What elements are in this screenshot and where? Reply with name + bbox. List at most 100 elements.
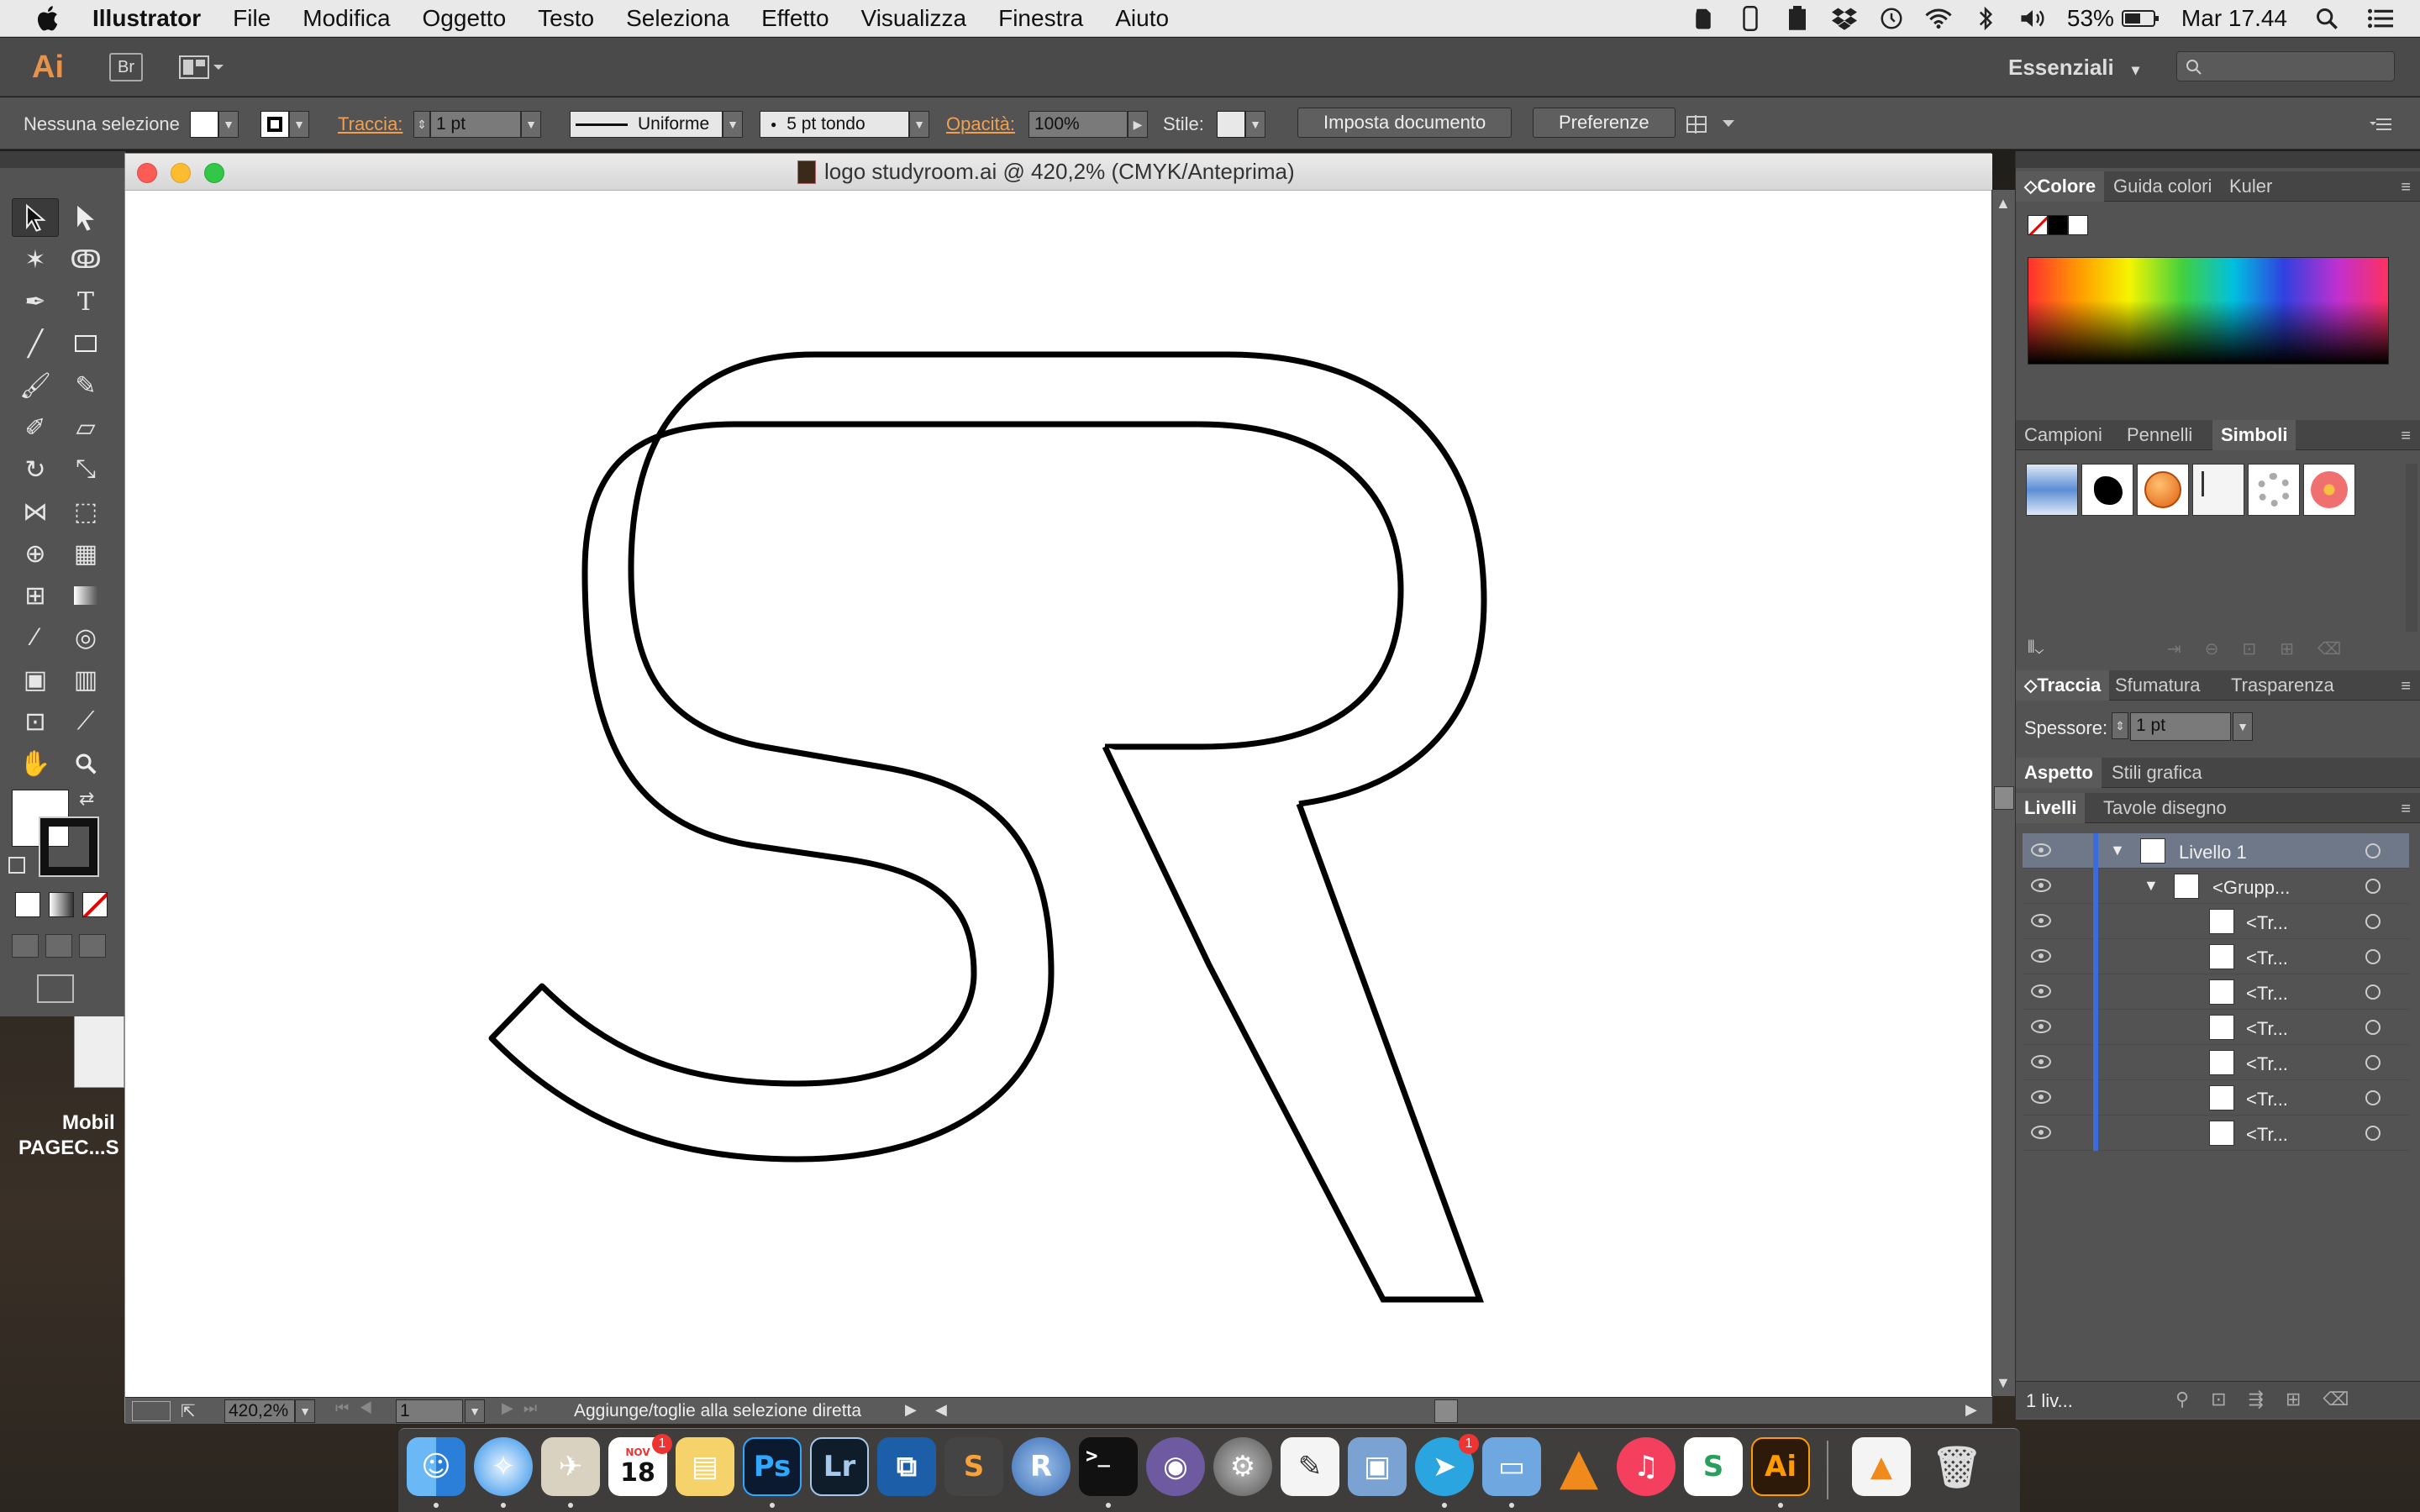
preview-icon[interactable]: ▣ [1348, 1437, 1407, 1496]
slice-tool[interactable]: ⟋ [62, 702, 109, 741]
symbol-blue-banner[interactable] [2026, 464, 2078, 516]
volume-icon[interactable] [2018, 4, 2047, 33]
tab-aspetto[interactable]: Aspetto [2016, 758, 2102, 788]
menu-app-name[interactable]: Illustrator [92, 5, 201, 32]
opacity-control[interactable]: 100% ▶ [1028, 110, 1148, 139]
tab-colore[interactable]: ⬦Colore [2016, 171, 2105, 202]
scale-tool[interactable]: ⤡ [62, 450, 109, 489]
draw-normal-icon[interactable] [12, 934, 39, 958]
layer-name[interactable]: Livello 1 [2179, 842, 2247, 864]
tab-campioni[interactable]: Campioni [2016, 420, 2111, 450]
chevron-right-icon[interactable]: ▶ [1128, 111, 1148, 138]
opacity-panel-link[interactable]: Opacità: [946, 110, 1015, 139]
zoom-window-button[interactable] [204, 163, 224, 183]
graphic-style-control[interactable]: ▼ [1217, 110, 1265, 139]
control-panel-menu-icon[interactable] [2368, 110, 2393, 139]
default-colors-icon[interactable] [8, 857, 25, 874]
path-name[interactable]: <Tr... [2246, 1053, 2288, 1075]
menu-aiuto[interactable]: Aiuto [1115, 5, 1169, 32]
document-titlebar[interactable]: logo studyroom.ai @ 420,2% (CMYK/Antepri… [125, 154, 1992, 191]
symbol-libraries-icon[interactable]: ⫴⌄ [2028, 638, 2044, 658]
opacity-field[interactable]: 100% [1028, 111, 1128, 138]
lasso-tool[interactable]: ↂ [62, 240, 109, 279]
visibility-eye-icon[interactable] [2031, 1090, 2051, 1104]
line-segment-tool[interactable]: ╱ [12, 324, 59, 363]
draw-inside-icon[interactable] [79, 934, 106, 958]
finder-icon[interactable]: ☺ [407, 1437, 466, 1496]
scroll-right-icon[interactable]: ▶ [1965, 1401, 1977, 1419]
zoom-level-field[interactable]: 420,2% [224, 1399, 295, 1423]
stroke-color-box[interactable] [39, 816, 99, 877]
symbol-ring[interactable] [2248, 464, 2300, 516]
artboard-number-field[interactable]: 1 [396, 1399, 463, 1423]
symbols-scrollbar[interactable] [2406, 464, 2417, 632]
share-icon[interactable]: ⇱ [181, 1401, 206, 1421]
layer-row[interactable]: <Tr... [2023, 1116, 2409, 1151]
panel-menu-icon[interactable]: ≡ [2389, 178, 2411, 197]
rotate-tool[interactable]: ↻ [12, 450, 59, 489]
arrange-documents-button[interactable] [176, 53, 227, 81]
symbol-actions-icons[interactable]: ⇥⊖⊡⊞⌫ [2167, 638, 2365, 659]
gradient-tool[interactable] [62, 576, 109, 615]
panel-menu-icon[interactable]: ≡ [2389, 677, 2411, 696]
next-last-artboard-icons[interactable]: ▶⏭ [502, 1399, 547, 1417]
none-swatch[interactable] [2028, 215, 2048, 235]
vertical-scroll-thumb[interactable] [1994, 786, 2014, 810]
color-mode-button[interactable] [15, 892, 40, 917]
hand-tool[interactable]: ✋ [12, 744, 59, 783]
path-name[interactable]: <Tr... [2246, 1018, 2288, 1040]
visibility-eye-icon[interactable] [2031, 843, 2051, 857]
vlc-icon[interactable]: ▲ [1549, 1437, 1608, 1496]
sr-logo-artwork[interactable] [125, 191, 1992, 1397]
visibility-eye-icon[interactable] [2031, 1055, 2051, 1068]
preferences-button[interactable]: Preferenze [1533, 108, 1676, 138]
artboard-canvas[interactable] [125, 191, 1992, 1397]
avi-file-icon[interactable]: ▲ [1852, 1437, 1911, 1496]
panel-grip[interactable] [0, 151, 126, 168]
free-transform-tool[interactable]: ⬚ [62, 492, 109, 531]
pen-tool[interactable]: ✒ [12, 282, 59, 321]
evernote-icon[interactable] [1689, 4, 1718, 33]
apple-icon[interactable] [34, 3, 64, 34]
visibility-eye-icon[interactable] [2031, 1126, 2051, 1139]
path-name[interactable]: <Tr... [2246, 912, 2288, 934]
width-tool[interactable]: ⋈ [12, 492, 59, 531]
dropbox-icon[interactable] [1830, 4, 1859, 33]
draw-behind-icon[interactable] [45, 934, 72, 958]
symbol-pin[interactable] [2192, 464, 2244, 516]
letter-r-leg[interactable] [1102, 745, 1485, 1303]
menu-file[interactable]: File [233, 5, 271, 32]
eyedropper-tool[interactable]: ⁄ [12, 618, 59, 657]
stroke-color-control[interactable]: ▼ [260, 110, 309, 139]
chevron-down-icon[interactable]: ▼ [2233, 712, 2253, 741]
column-graph-tool[interactable]: ▥ [62, 660, 109, 699]
layer-target-icon[interactable] [2365, 1055, 2381, 1070]
blend-tool[interactable]: ◎ [62, 618, 109, 657]
vertical-scrollbar[interactable]: ▲ ▼ [1991, 190, 2015, 1396]
clipboard-icon[interactable] [1783, 4, 1812, 33]
scroll-down-icon[interactable]: ▼ [1996, 1374, 2011, 1392]
stroke-weight-input[interactable]: 1 pt [2130, 712, 2231, 741]
keynote-icon[interactable]: ▭ [1482, 1437, 1541, 1496]
photoshop-icon[interactable]: Ps [743, 1437, 802, 1496]
path-name[interactable]: <Tr... [2246, 1089, 2288, 1110]
clock[interactable]: Mar 17.44 [2181, 5, 2287, 32]
menu-effetto[interactable]: Effetto [761, 5, 829, 32]
notes-icon[interactable]: ▤ [676, 1437, 734, 1496]
drawing-modes[interactable] [12, 934, 113, 959]
magic-wand-tool[interactable]: ✶ [12, 240, 59, 279]
visibility-eye-icon[interactable] [2031, 1020, 2051, 1033]
tab-livelli[interactable]: Livelli [2016, 793, 2086, 823]
first-prev-artboard-icons[interactable]: ⏮◀ [335, 1399, 382, 1417]
selection-tool[interactable] [12, 198, 59, 237]
lightroom-icon[interactable]: Lr [810, 1437, 869, 1496]
scroll-left-icon[interactable]: ◀ [935, 1401, 947, 1419]
layer-target-icon[interactable] [2365, 843, 2381, 858]
menu-modifica[interactable]: Modifica [302, 5, 390, 32]
paintbrush-tool[interactable]: 🖌 [12, 366, 59, 405]
status-message[interactable]: Aggiunge/toglie alla selezione diretta [574, 1401, 861, 1421]
stroke-weight-control[interactable]: ⇕ 1 pt ▼ [413, 110, 541, 139]
desktop-file[interactable]: Mobil PAGEC...S [7, 1012, 124, 1163]
visibility-eye-icon[interactable] [2031, 984, 2051, 998]
battery-icon[interactable] [2121, 4, 2161, 33]
